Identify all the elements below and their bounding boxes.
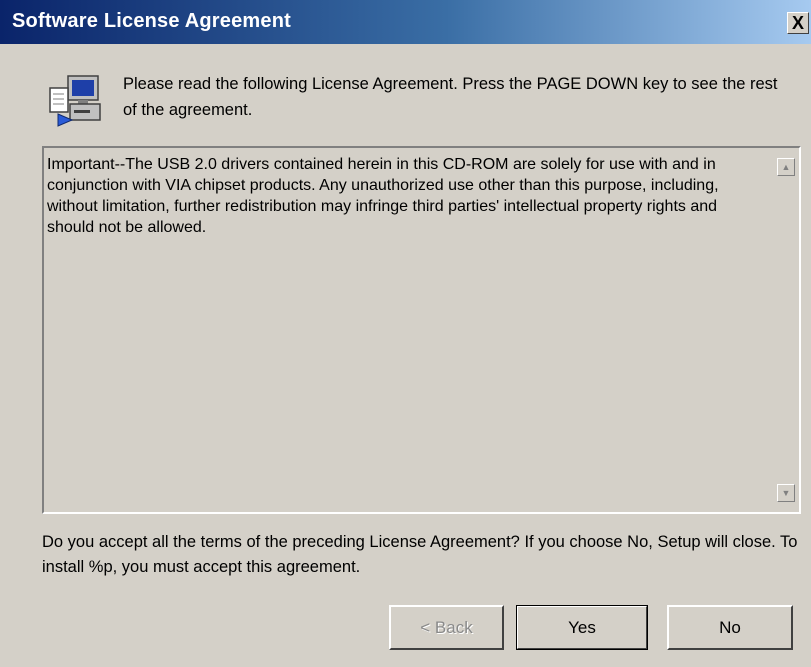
close-button[interactable]: X — [787, 12, 809, 34]
scroll-up-button[interactable]: ▲ — [777, 158, 795, 176]
accept-question: Do you accept all the terms of the prece… — [42, 533, 798, 576]
license-dialog: Software License Agreement X Please read… — [0, 0, 811, 667]
back-button: < Back — [389, 605, 504, 650]
dialog-title: Software License Agreement — [12, 10, 291, 32]
instruction-text: Please read the following License Agreem… — [123, 75, 778, 119]
license-text-area[interactable]: Important--The USB 2.0 drivers contained… — [42, 146, 801, 514]
license-text: Important--The USB 2.0 drivers contained… — [47, 156, 719, 236]
no-button[interactable]: No — [667, 605, 793, 650]
vertical-scrollbar[interactable]: ▲ ▼ — [775, 150, 797, 510]
title-bar[interactable]: Software License Agreement X — [0, 0, 811, 44]
computer-setup-icon — [48, 70, 106, 130]
yes-button[interactable]: Yes — [516, 605, 648, 650]
scroll-down-button[interactable]: ▼ — [777, 484, 795, 502]
close-icon: X — [791, 13, 804, 33]
